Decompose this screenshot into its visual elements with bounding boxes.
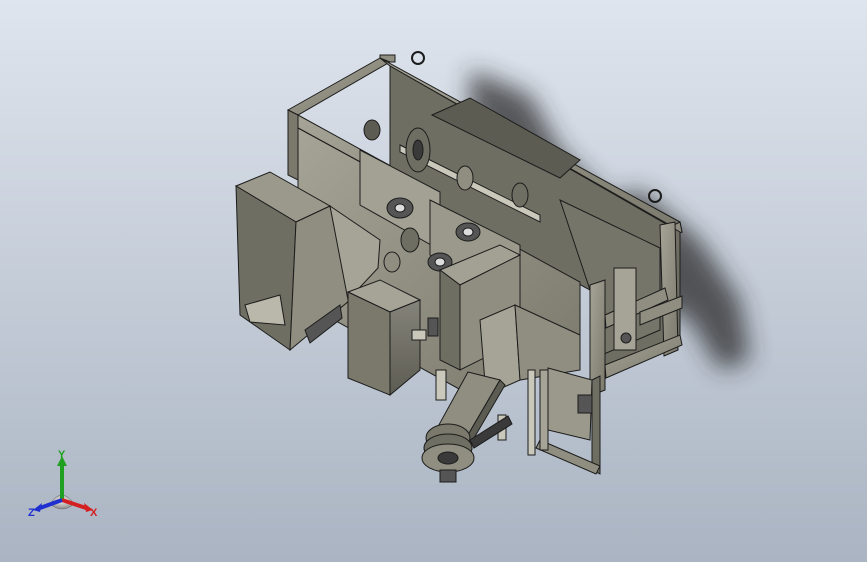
x-axis-label: X bbox=[90, 507, 98, 519]
z-axis-label: Z bbox=[28, 507, 35, 519]
graphics-viewport[interactable]: Y X Z bbox=[0, 0, 867, 562]
y-axis-label: Y bbox=[58, 449, 66, 461]
assembly-model[interactable] bbox=[0, 0, 867, 562]
coordinate-triad[interactable]: Y X Z bbox=[26, 448, 106, 528]
